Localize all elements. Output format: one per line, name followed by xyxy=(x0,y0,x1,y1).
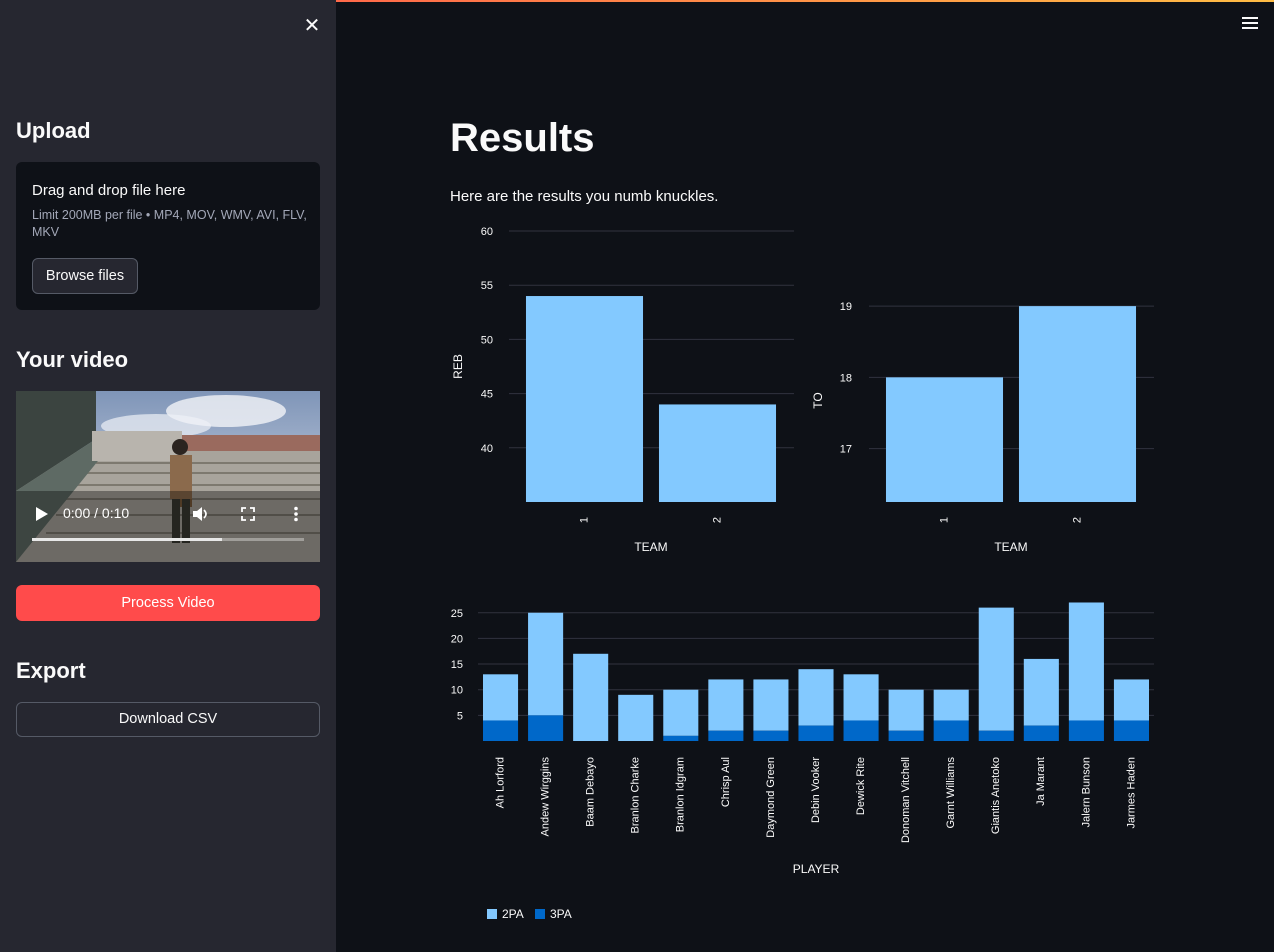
player-bar-3pa xyxy=(663,735,699,741)
player-bar-3pa xyxy=(708,730,744,741)
player-bar-3pa xyxy=(978,730,1014,741)
to-chart-x-tick-label: 2 xyxy=(1071,517,1083,523)
player-bar-2pa xyxy=(753,679,789,731)
to-chart-y-tick-label: 19 xyxy=(840,301,852,313)
player-bar-3pa xyxy=(1068,720,1104,741)
player-x-tick-label: Debin Vooker xyxy=(810,757,822,823)
player-bar-2pa xyxy=(978,607,1014,731)
legend-swatch-2pa xyxy=(487,909,497,919)
player-bar-3pa xyxy=(1113,720,1149,741)
player-bar-2pa xyxy=(888,689,924,731)
to-chart-bar xyxy=(885,377,1004,502)
reb-chart-y-tick-label: 45 xyxy=(481,389,493,401)
player-x-tick-label: Dewick Rite xyxy=(855,757,867,815)
player-x-tick-label: Chrisp Aul xyxy=(720,757,732,807)
player-bar-2pa xyxy=(528,612,564,716)
player-bar-3pa xyxy=(933,720,969,741)
player-chart-y-tick-label: 5 xyxy=(457,710,463,722)
reb-chart-y-tick-label: 50 xyxy=(481,334,493,346)
player-bar-3pa xyxy=(483,720,519,741)
player-bar-3pa xyxy=(843,720,879,741)
to-chart-bar xyxy=(1018,306,1137,502)
player-bar-2pa xyxy=(663,689,699,736)
player-x-tick-label: Garnt Williams xyxy=(945,757,957,829)
player-bar-3pa xyxy=(798,725,834,741)
player-chart-y-tick-label: 25 xyxy=(451,608,463,620)
player-bar-2pa xyxy=(798,669,834,726)
player-x-tick-label: Branlon Charke xyxy=(630,757,642,833)
reb-chart-bar xyxy=(525,296,644,502)
reb-chart-y-axis-title: REB xyxy=(451,354,465,379)
legend-label-2pa: 2PA xyxy=(502,907,524,921)
player-chart-y-tick-label: 20 xyxy=(451,633,463,645)
player-x-tick-label: Andew Wirggins xyxy=(540,757,552,837)
player-bar-3pa xyxy=(888,730,924,741)
reb-chart-y-tick-label: 55 xyxy=(481,280,493,292)
reb-chart-x-axis-title: TEAM xyxy=(634,540,667,554)
player-bar-2pa xyxy=(933,689,969,721)
player-bar-2pa xyxy=(843,674,879,721)
player-bar-2pa xyxy=(618,694,654,741)
legend-swatch-3pa xyxy=(535,909,545,919)
player-x-tick-label: Jalern Bunson xyxy=(1080,757,1092,827)
charts-canvas: 40 45 50 55 60 1 2 TEAM REB 17 18 19 1 2 TEAM TO 5 10 15 20… xyxy=(451,226,1154,921)
player-bar-2pa xyxy=(1068,602,1104,721)
reb-chart-x-tick-label: 2 xyxy=(711,517,723,523)
player-x-tick-label: Giantis Anetoko xyxy=(990,757,1002,834)
player-bar-2pa xyxy=(1113,679,1149,721)
legend-label-3pa: 3PA xyxy=(550,907,572,921)
reb-chart-bar xyxy=(658,404,777,502)
player-x-axis-title: PLAYER xyxy=(793,862,840,876)
player-bar-2pa xyxy=(483,674,519,721)
to-chart-y-axis-title: TO xyxy=(811,392,825,408)
player-x-tick-label: Donoman Vitchell xyxy=(900,757,912,843)
player-x-tick-label: Ah Lorford xyxy=(494,757,506,808)
reb-chart-x-tick-label: 1 xyxy=(578,517,590,523)
player-bar-2pa xyxy=(573,653,609,741)
player-bar-3pa xyxy=(753,730,789,741)
to-chart-x-axis-title: TEAM xyxy=(994,540,1027,554)
player-bar-3pa xyxy=(528,715,564,741)
player-bar-2pa xyxy=(708,679,744,731)
player-bar-3pa xyxy=(1023,725,1059,741)
player-x-tick-label: Branlon Idgram xyxy=(675,757,687,832)
to-chart-y-tick-label: 18 xyxy=(840,372,852,384)
player-bar-2pa xyxy=(1023,658,1059,726)
reb-chart-y-tick-label: 60 xyxy=(481,226,493,238)
to-chart-x-tick-label: 1 xyxy=(938,517,950,523)
player-x-tick-label: Baam Debayo xyxy=(585,757,597,827)
player-chart-y-tick-label: 15 xyxy=(451,659,463,671)
reb-chart-y-tick-label: 40 xyxy=(481,443,493,455)
player-chart-y-tick-label: 10 xyxy=(451,685,463,697)
to-chart-y-tick-label: 17 xyxy=(840,444,852,456)
player-x-tick-label: Jarmes Haden xyxy=(1125,757,1137,829)
player-x-tick-label: Daymond Green xyxy=(765,757,777,838)
player-x-tick-label: Ja Marant xyxy=(1035,757,1047,806)
